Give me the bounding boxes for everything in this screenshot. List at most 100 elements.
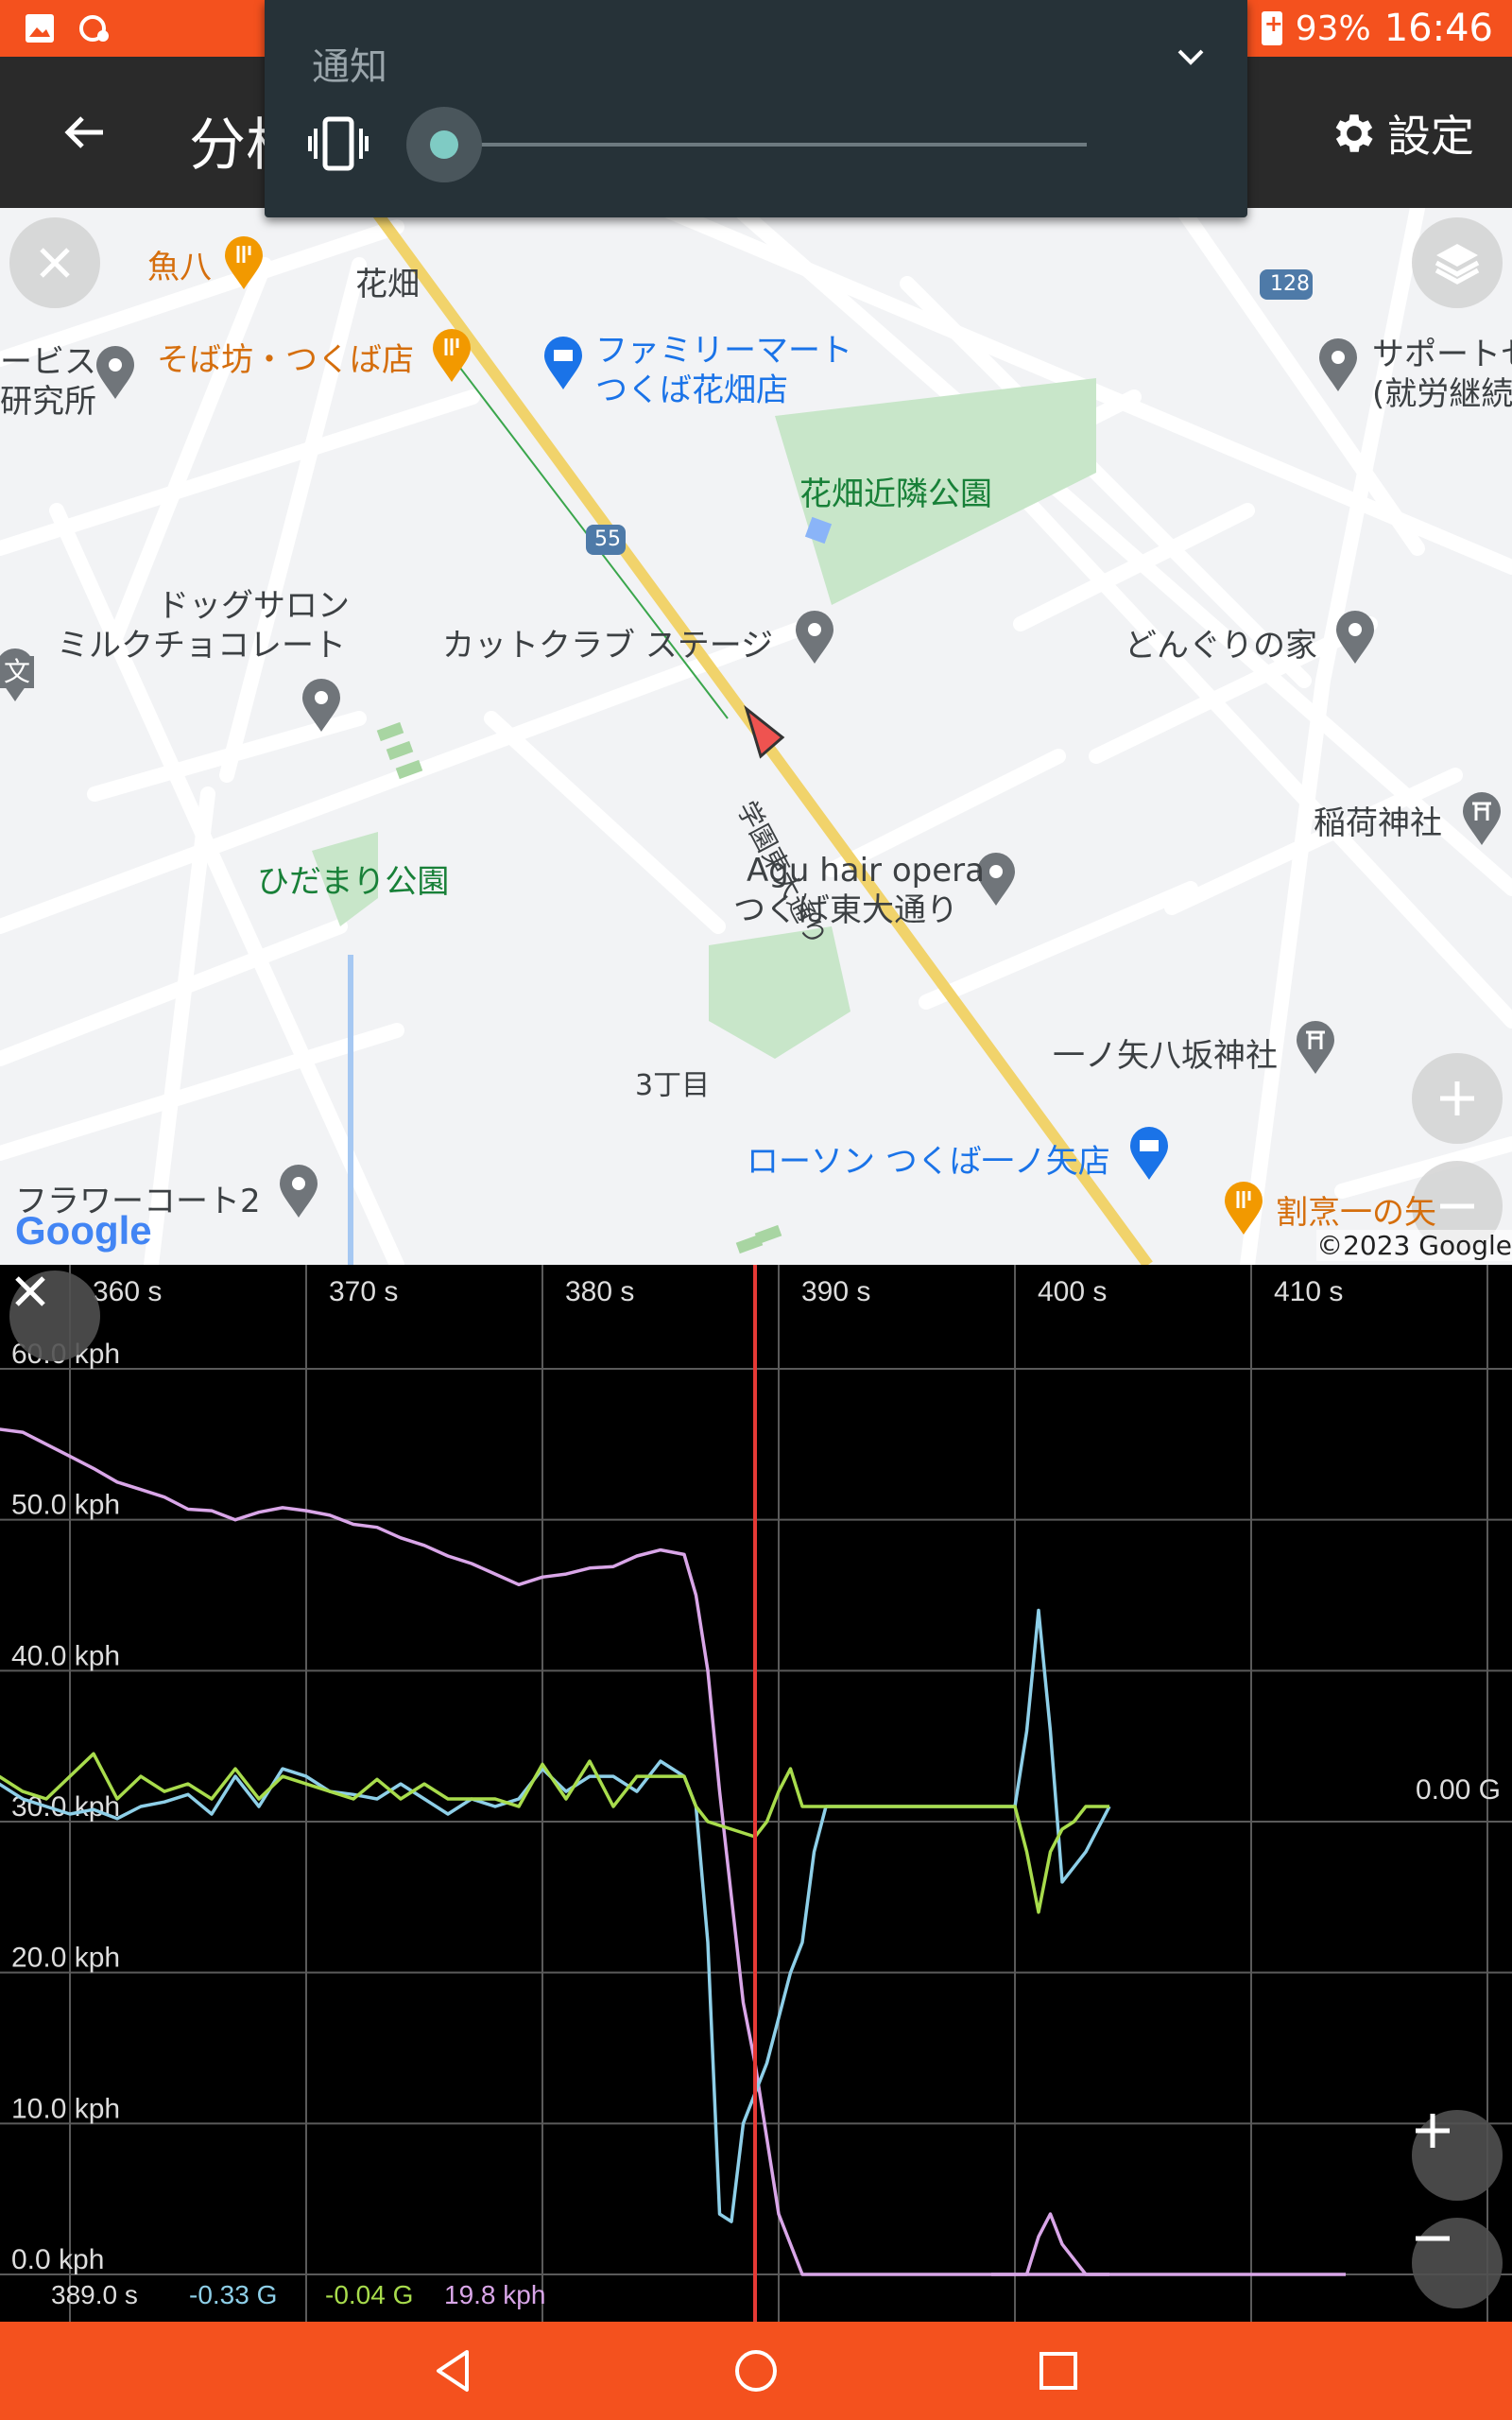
route-128-label: 128 <box>1270 272 1310 296</box>
x-tick-label: 400 s <box>1038 1276 1107 1307</box>
x-tick-label: 360 s <box>93 1276 162 1307</box>
g-zero-label: 0.00 G <box>1416 1774 1501 1806</box>
restaurant-pin-icon <box>1225 1182 1263 1235</box>
map-label-hanabatake-park[interactable]: 花畑近隣公園 <box>799 475 992 514</box>
google-logo-text: Google <box>15 1208 152 1253</box>
volume-slider-thumb[interactable] <box>430 130 458 159</box>
vibrate-icon[interactable] <box>308 115 369 172</box>
settings-label: 設定 <box>1387 111 1474 162</box>
map-label-familymart-branch[interactable]: つくば花畑店 <box>595 371 788 410</box>
map-view[interactable]: 魚八 花畑 そば坊・つくば店 ファミリーマート つくば花畑店 128 サポートセ… <box>0 208 1512 1265</box>
map-label-hidamari-park[interactable]: ひだまり公園 <box>257 862 449 902</box>
close-map-button[interactable] <box>9 217 100 308</box>
close-icon <box>15 1276 45 1306</box>
back-button[interactable] <box>47 95 123 170</box>
place-pin-icon <box>280 1165 318 1218</box>
map-label-support-sub[interactable]: (就労継続 <box>1372 374 1512 414</box>
map-label-institute[interactable]: 研究所 <box>0 382 96 422</box>
settings-button[interactable]: 設定 <box>1329 102 1474 164</box>
map-copyright: ©2023 Google <box>1316 1230 1512 1261</box>
y-tick-label: 0.0 kph <box>11 2244 104 2275</box>
route-55-label: 55 <box>594 527 621 551</box>
restaurant-pin-icon <box>433 329 471 382</box>
map-layers-button[interactable] <box>1412 217 1503 308</box>
cursor-readout: 389.0 s -0.33 G -0.04 G 19.8 kph <box>0 2280 1512 2318</box>
shrine-pin-icon <box>1297 1021 1334 1074</box>
series-line-0 <box>0 1427 1346 2276</box>
nav-home-circle-icon[interactable] <box>728 2342 784 2399</box>
map-label-3chome: 3丁目 <box>635 1069 711 1102</box>
map-label-inari[interactable]: 稲荷神社 <box>1314 804 1442 843</box>
arrow-left-icon <box>64 116 103 148</box>
map-label-school: 文 <box>0 656 35 688</box>
plus-icon <box>1416 2114 1450 2148</box>
place-pin-icon <box>1319 338 1357 391</box>
map-label-hanabatake: 花畑 <box>355 266 420 303</box>
map-zoom-in-button[interactable] <box>1412 1053 1503 1144</box>
map-label-familymart[interactable]: ファミリーマート <box>595 331 852 371</box>
chart-zoom-in-button[interactable] <box>1412 2110 1503 2201</box>
map-label-support[interactable]: サポートセ <box>1372 335 1512 374</box>
place-pin-icon <box>302 679 340 732</box>
navigation-bar <box>0 2322 1512 2420</box>
series-line-2 <box>0 1752 1109 1914</box>
close-chart-button[interactable] <box>9 1270 100 1361</box>
image-notification-icon <box>23 11 57 45</box>
telemetry-chart[interactable]: 360 s370 s380 s390 s400 s410 s60.0 kph50… <box>0 1265 1512 2322</box>
layers-icon <box>1435 244 1480 285</box>
plus-icon <box>1440 1081 1474 1115</box>
nav-back-triangle-icon[interactable] <box>425 2342 482 2399</box>
y-tick-label: 10.0 kph <box>11 2093 120 2124</box>
map-label-ichinoya-shrine[interactable]: 一ノ矢八坂神社 <box>1053 1036 1278 1076</box>
readout-g-lateral: -0.33 G <box>189 2280 278 2309</box>
map-label-agu-hair[interactable]: Agu hair opera <box>747 851 985 890</box>
shop-pin-icon <box>1130 1127 1168 1180</box>
x-tick-label: 410 s <box>1274 1276 1343 1307</box>
map-label-agu-branch[interactable]: つくば東大通り <box>733 890 958 930</box>
volume-slider-track <box>435 143 1087 147</box>
x-tick-label: 390 s <box>801 1276 870 1307</box>
y-tick-label: 40.0 kph <box>11 1640 120 1671</box>
status-icons-left <box>23 11 112 45</box>
series-line-3 <box>991 2212 1109 2276</box>
battery-percent: 93% <box>1295 9 1371 48</box>
minus-icon <box>1440 1203 1474 1209</box>
place-pin-icon <box>1336 611 1374 664</box>
x-tick-label: 370 s <box>329 1276 398 1307</box>
map-label-donguri[interactable]: どんぐりの家 <box>1125 626 1317 666</box>
readout-time: 389.0 s <box>51 2280 138 2309</box>
place-pin-icon <box>96 346 134 399</box>
series-line-1 <box>0 1608 1111 2223</box>
readout-speed: 19.8 kph <box>444 2280 546 2309</box>
nav-recents-square-icon[interactable] <box>1030 2342 1087 2399</box>
map-label-cutclub[interactable]: カットクラブ ステージ <box>442 626 773 666</box>
volume-panel-title: 通知 <box>312 45 387 89</box>
readout-g-longitudinal: -0.04 G <box>325 2280 414 2309</box>
notification-volume-panel: 通知 <box>265 0 1247 217</box>
shop-pin-icon <box>544 337 582 389</box>
shrine-pin-icon <box>1463 792 1501 845</box>
google-logo: Google <box>15 1208 152 1253</box>
notification-volume-slider[interactable] <box>406 102 1087 187</box>
map-label-sobabo[interactable]: そば坊・つくば店 <box>157 340 414 380</box>
map-label-kappo[interactable]: 割烹一の矢 <box>1276 1193 1436 1233</box>
battery-charging-icon <box>1261 10 1282 45</box>
map-label-milkchocolate[interactable]: ミルクチョコレート <box>57 626 346 666</box>
y-tick-label: 20.0 kph <box>11 1943 120 1974</box>
map-label-dogsalon[interactable]: ドッグサロン <box>157 586 350 626</box>
x-tick-label: 380 s <box>565 1276 634 1307</box>
y-tick-label: 50.0 kph <box>11 1490 120 1521</box>
app-notification-icon <box>77 11 112 45</box>
chart-canvas: 360 s370 s380 s390 s400 s410 s60.0 kph50… <box>0 1265 1512 2322</box>
chevron-down-icon[interactable] <box>1172 38 1210 76</box>
close-icon <box>40 248 70 278</box>
map-label-uohachi[interactable]: 魚八 <box>147 248 212 287</box>
map-label-service[interactable]: ービス <box>0 342 96 382</box>
place-pin-icon <box>796 611 833 664</box>
map-label-lawson[interactable]: ローソン つくば一ノ矢店 <box>747 1142 1110 1182</box>
clock: 16:46 <box>1383 7 1493 50</box>
restaurant-pin-icon <box>225 236 263 289</box>
gear-icon <box>1335 114 1373 152</box>
y-tick-label: 30.0 kph <box>11 1791 120 1823</box>
status-icons-right: 93% 16:46 <box>1261 0 1493 57</box>
